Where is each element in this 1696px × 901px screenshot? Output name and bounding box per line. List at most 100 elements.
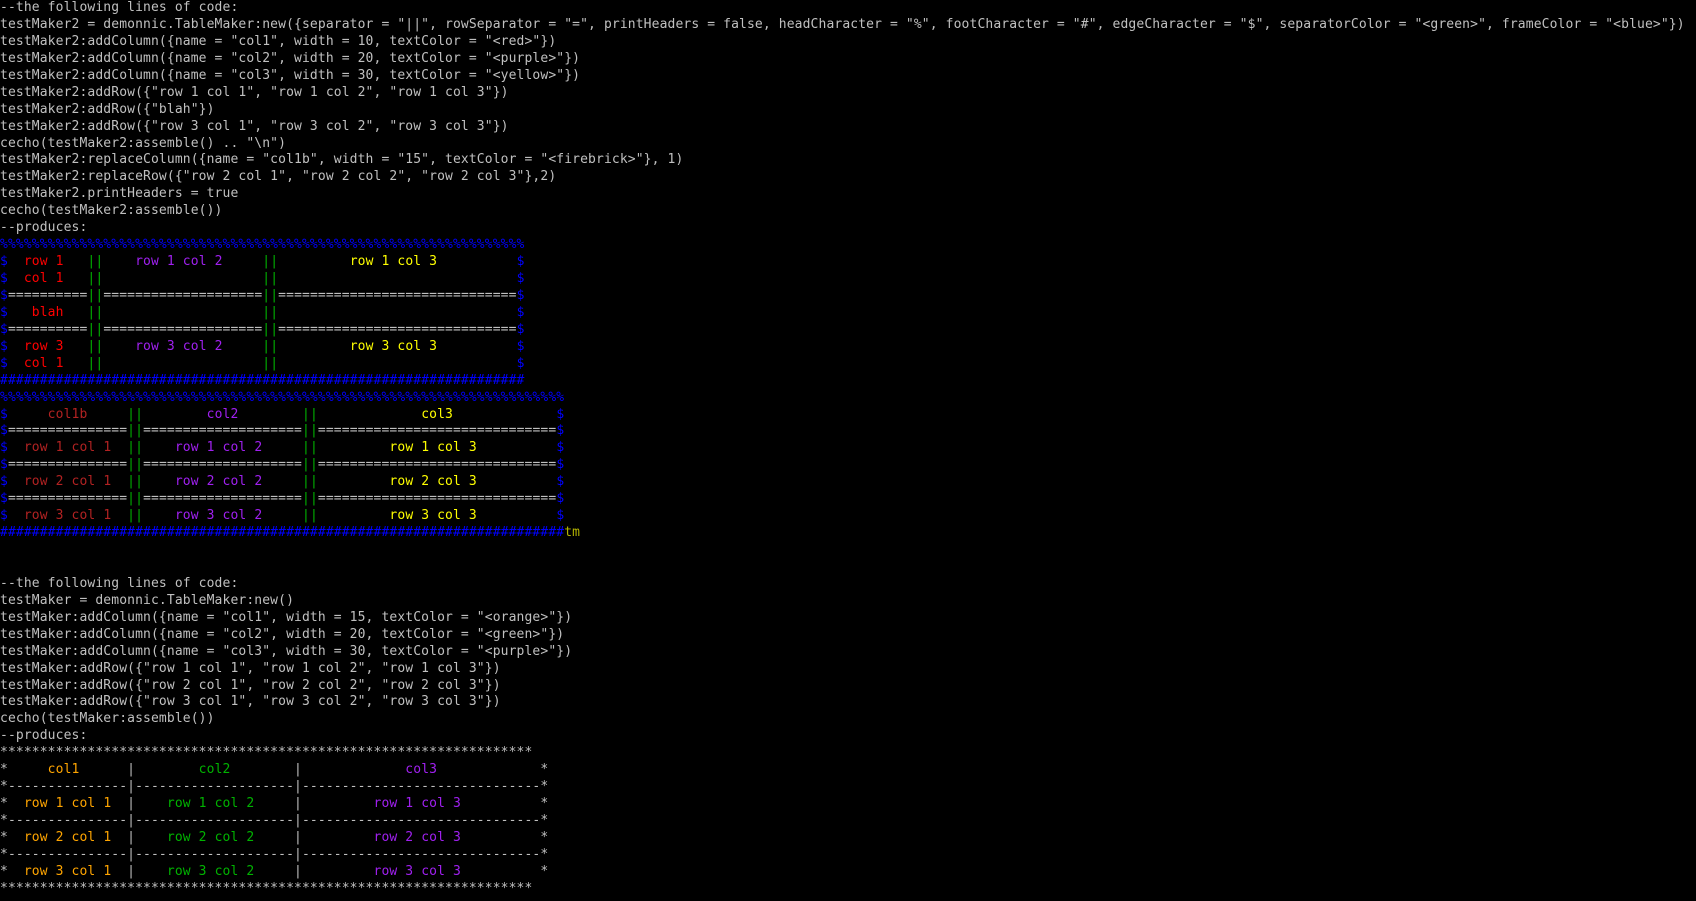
- console-line: testMaker = demonnic.TableMaker:new(): [0, 593, 1696, 610]
- console-text: ====================: [143, 423, 302, 439]
- console-line: $ row 1 col 1 || row 1 col 2 || row 1 co…: [0, 440, 1696, 457]
- console-line: ########################################…: [0, 373, 1696, 390]
- console-line: $===============||====================||…: [0, 457, 1696, 474]
- console-line: testMaker2:addColumn({name = "col3", wid…: [0, 68, 1696, 85]
- console-text: row 2 col 3: [317, 474, 557, 490]
- console-text: row 3 col 2: [103, 338, 263, 354]
- console-line: --produces:: [0, 728, 1696, 745]
- console-line: testMaker2:addRow({"row 1 col 1", "row 1…: [0, 85, 1696, 102]
- console-line: cecho(testMaker2:assemble()): [0, 203, 1696, 220]
- console-output[interactable]: --the following lines of code: testMaker2…: [0, 0, 1696, 901]
- console-text: ########################################…: [0, 525, 565, 541]
- console-line: $ row 3 || row 3 col 2 || row 3 col 3 $: [0, 339, 1696, 356]
- console-line: testMaker:addColumn({name = "col3", widt…: [0, 644, 1696, 661]
- console-line: --produces:: [0, 220, 1696, 237]
- console-text: $: [516, 254, 525, 270]
- console-line: cecho(testMaker2:assemble() .. "\n"): [0, 136, 1696, 153]
- console-text: *: [540, 762, 549, 778]
- console-text: testMaker2:addColumn({name = "col1", wid…: [0, 33, 557, 49]
- console-text: row 3 col 3: [302, 863, 541, 879]
- console-text: cecho(testMaker2:assemble() .. "\n"): [0, 135, 287, 151]
- console-text: row 1 col 1: [7, 440, 128, 456]
- console-text: row 1 col 2: [143, 440, 302, 456]
- console-text: row 1 col 3: [278, 254, 517, 270]
- console-text: *: [540, 796, 549, 812]
- console-line: $ row 1 || row 1 col 2 || row 1 col 3 $: [0, 254, 1696, 271]
- console-text: row 1 col 2: [103, 254, 263, 270]
- console-text: testMaker:addColumn({name = "col1", widt…: [0, 609, 573, 625]
- console-line: ****************************************…: [0, 881, 1696, 898]
- console-text: ||: [262, 321, 279, 337]
- console-text: ||: [262, 338, 279, 354]
- console-text: --the following lines of code:: [0, 575, 239, 591]
- console-text: ||: [87, 338, 104, 354]
- console-text: $: [0, 491, 8, 507]
- console-text: row 2 col 1: [7, 474, 128, 490]
- console-line: ****************************************…: [0, 745, 1696, 762]
- console-text: ==============================: [278, 321, 517, 337]
- console-text: *: [0, 863, 8, 879]
- console-line: $ row 3 col 1 || row 3 col 2 || row 3 co…: [0, 508, 1696, 525]
- console-text: --the following lines of code:: [0, 0, 239, 15]
- console-text: ||: [262, 271, 279, 286]
- console-text: ||: [262, 355, 279, 371]
- console-text: $: [0, 457, 8, 473]
- console-text: testMaker:addRow({"row 3 col 1", "row 3 …: [0, 694, 501, 710]
- console-line: --the following lines of code:: [0, 0, 1696, 17]
- console-text: $: [516, 338, 525, 354]
- console-line: testMaker:addRow({"row 1 col 1", "row 1 …: [0, 661, 1696, 678]
- console-text: *: [0, 796, 8, 812]
- console-line: $ col1b || col2 || col3 $: [0, 407, 1696, 424]
- console-line: ########################################…: [0, 525, 1696, 542]
- console-text: testMaker2:addRow({"row 3 col 1", "row 3…: [0, 118, 509, 134]
- console-text: row 2 col 1: [7, 829, 128, 845]
- console-text: col 1: [7, 355, 88, 371]
- console-text: $: [556, 491, 565, 507]
- console-line: $ col 1 || || $: [0, 356, 1696, 373]
- console-line: %%%%%%%%%%%%%%%%%%%%%%%%%%%%%%%%%%%%%%%%…: [0, 390, 1696, 407]
- console-text: $: [0, 254, 8, 270]
- console-text: *: [0, 762, 8, 778]
- console-text: testMaker2:addRow({"row 1 col 1", "row 1…: [0, 84, 509, 100]
- console-text: $: [0, 508, 8, 524]
- console-text: *---------------|--------------------|--…: [0, 846, 549, 862]
- console-text: testMaker2:addColumn({name = "col2", wid…: [0, 50, 581, 66]
- console-text: *: [0, 829, 8, 845]
- console-line: $===============||====================||…: [0, 423, 1696, 440]
- console-text: |: [127, 829, 136, 845]
- console-text: --produces:: [0, 728, 88, 744]
- console-text: cecho(testMaker2:assemble()): [0, 203, 223, 219]
- console-line: * row 3 col 1 | row 3 col 2 | row 3 col …: [0, 864, 1696, 881]
- console-text: testMaker:addColumn({name = "col3", widt…: [0, 643, 573, 659]
- console-text: testMaker2:addRow({"blah"}): [0, 101, 215, 117]
- console-text: |: [127, 863, 136, 879]
- console-text: ||: [127, 491, 144, 507]
- console-line: %%%%%%%%%%%%%%%%%%%%%%%%%%%%%%%%%%%%%%%%…: [0, 237, 1696, 254]
- console-text: row 2 col 2: [135, 829, 295, 845]
- console-text: row 3 col 2: [143, 508, 302, 524]
- console-text: $: [0, 338, 8, 354]
- console-text: ****************************************…: [0, 880, 533, 896]
- console-text: ||: [127, 508, 144, 524]
- console-text: row 2 col 2: [143, 474, 302, 490]
- console-text: |: [127, 796, 136, 812]
- console-line: testMaker:addColumn({name = "col1", widt…: [0, 610, 1696, 627]
- console-text: $: [0, 423, 8, 439]
- console-text: ||: [127, 440, 144, 456]
- console-text: ===============: [7, 491, 128, 507]
- console-text: ||: [302, 440, 318, 456]
- console-line: testMaker:addColumn({name = "col2", widt…: [0, 627, 1696, 644]
- console-text: ==============================: [317, 491, 557, 507]
- console-line: $ col 1 || || $: [0, 271, 1696, 288]
- console-line: testMaker2:addColumn({name = "col2", wid…: [0, 51, 1696, 68]
- console-text: ||: [87, 271, 104, 286]
- console-text: ==============================: [317, 423, 557, 439]
- console-text: col3: [317, 406, 557, 422]
- console-line: testMaker2:addColumn({name = "col1", wid…: [0, 34, 1696, 51]
- console-text: |: [294, 796, 302, 812]
